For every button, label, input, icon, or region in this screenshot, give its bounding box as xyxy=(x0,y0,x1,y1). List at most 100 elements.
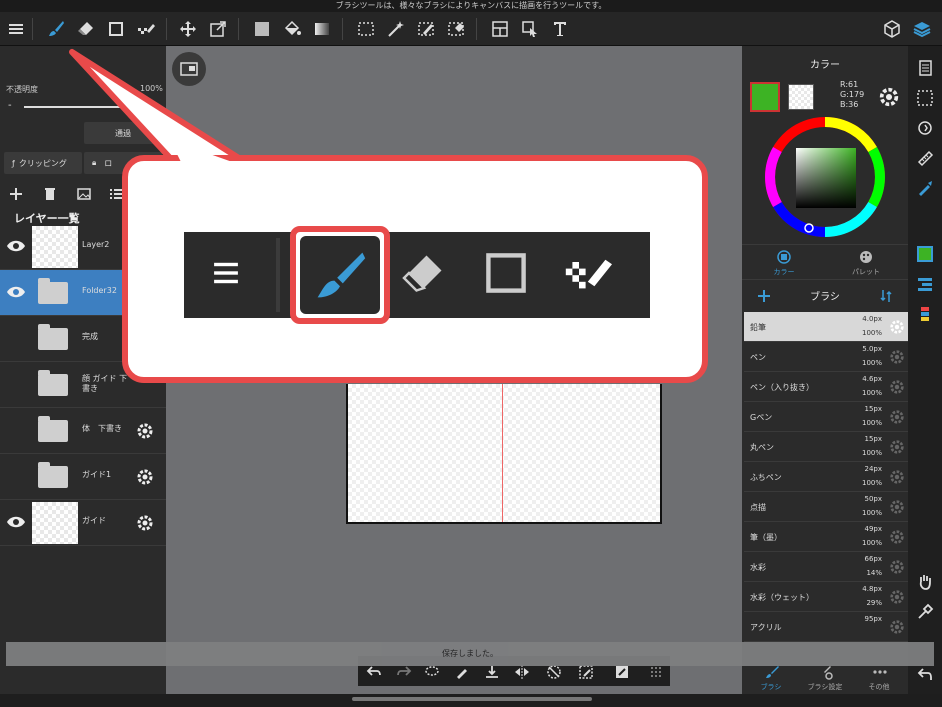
material-panel-icon[interactable] xyxy=(913,302,937,326)
transform-tool-icon[interactable] xyxy=(206,17,230,41)
layer-item[interactable]: 体 下書き xyxy=(0,408,166,454)
brush-opacity: 100% xyxy=(861,479,882,487)
color-title: カラー xyxy=(810,60,840,71)
brush-item[interactable]: アクリル 95px xyxy=(744,612,908,642)
brush-item[interactable]: 筆（墨） 49px 100% xyxy=(744,522,908,552)
select-eraser-icon[interactable] xyxy=(444,17,468,41)
tab-other[interactable]: その他 xyxy=(852,670,906,692)
menu-icon[interactable] xyxy=(4,17,28,41)
brush-item[interactable]: 鉛筆 4.0px 100% xyxy=(744,312,908,342)
eye-icon[interactable] xyxy=(6,284,26,300)
brush-gear-icon[interactable] xyxy=(889,469,905,485)
sub-color-swatch[interactable] xyxy=(788,84,814,110)
opacity-minus[interactable]: - xyxy=(8,100,12,111)
main-color-swatch[interactable] xyxy=(750,82,780,112)
lasso-icon[interactable] xyxy=(424,664,440,680)
tab-brush-settings-label: ブラシ設定 xyxy=(807,683,843,691)
select-edit-icon[interactable] xyxy=(578,664,594,680)
import-icon[interactable] xyxy=(484,664,500,680)
brush-gear-icon[interactable] xyxy=(889,379,905,395)
ruler-icon[interactable] xyxy=(913,146,937,170)
brush-item[interactable]: 水彩（ウェット） 4.8px 29% xyxy=(744,582,908,612)
grid-dots-icon[interactable] xyxy=(648,664,664,680)
canvas-paper[interactable] xyxy=(346,384,662,524)
undo-icon[interactable] xyxy=(366,664,382,680)
layer-item[interactable]: ガイド1 xyxy=(0,454,166,500)
delete-layer-icon[interactable] xyxy=(42,186,58,202)
color-settings-gear-icon[interactable] xyxy=(878,86,900,108)
rotate-canvas-icon[interactable] xyxy=(913,116,937,140)
saved-toast: 保存しました。 xyxy=(6,642,934,666)
brush-gear-icon[interactable] xyxy=(889,319,905,335)
add-brush-icon[interactable] xyxy=(756,288,772,304)
magic-wand-icon[interactable] xyxy=(384,17,408,41)
brush-gear-icon[interactable] xyxy=(889,439,905,455)
select-range-icon[interactable] xyxy=(913,86,937,110)
pen-mini-icon[interactable] xyxy=(454,664,470,680)
layers-panel-icon[interactable] xyxy=(910,17,934,41)
brush-item[interactable]: Gペン 15px 100% xyxy=(744,402,908,432)
no-select-icon[interactable] xyxy=(546,664,562,680)
frame-divide-icon[interactable] xyxy=(488,17,512,41)
brush-name: ペン（入り抜き） xyxy=(750,383,814,392)
eraser-tool-icon[interactable] xyxy=(74,17,98,41)
text-tool-icon[interactable] xyxy=(548,17,572,41)
bucket-tool-icon[interactable] xyxy=(280,17,304,41)
page-manager-icon[interactable] xyxy=(913,56,937,80)
snap-pen-icon[interactable] xyxy=(913,176,937,200)
brush-item[interactable]: ペン（入り抜き） 4.6px 100% xyxy=(744,372,908,402)
brush-gear-icon[interactable] xyxy=(889,529,905,545)
tab-brush[interactable]: ブラシ xyxy=(744,666,798,692)
shape-tool-icon[interactable] xyxy=(104,17,128,41)
brush-opacity: 100% xyxy=(861,359,882,367)
eye-icon[interactable] xyxy=(6,238,26,254)
3d-model-icon[interactable] xyxy=(880,17,904,41)
edit-note-icon[interactable] xyxy=(614,664,630,680)
dot-pen-tool-icon[interactable] xyxy=(134,17,158,41)
select-pen-icon[interactable] xyxy=(414,17,438,41)
tab-brush-settings[interactable]: ブラシ設定 xyxy=(798,666,852,692)
color-tabs: カラー パレット xyxy=(742,244,908,280)
brush-size: 15px xyxy=(864,405,883,413)
flip-icon[interactable] xyxy=(514,664,530,680)
brush-gear-icon[interactable] xyxy=(889,619,905,635)
add-layer-icon[interactable] xyxy=(8,186,24,202)
brush-gear-icon[interactable] xyxy=(889,499,905,515)
brush-item[interactable]: ペン 5.0px 100% xyxy=(744,342,908,372)
brush-item[interactable]: 水彩 66px 14% xyxy=(744,552,908,582)
brush-name: Gペン xyxy=(750,413,773,422)
gear-icon[interactable] xyxy=(136,468,154,486)
redo-icon[interactable] xyxy=(396,664,412,680)
brush-gear-icon[interactable] xyxy=(889,409,905,425)
tab-color[interactable]: カラー xyxy=(754,249,814,277)
eye-icon[interactable] xyxy=(6,514,26,530)
layer-item[interactable]: ガイド xyxy=(0,500,166,546)
brush-item[interactable]: ふちペン 24px 100% xyxy=(744,462,908,492)
gear-icon[interactable] xyxy=(136,422,154,440)
select-rect-icon[interactable] xyxy=(354,17,378,41)
brush-size: 95px xyxy=(864,615,883,623)
fill-rect-icon[interactable] xyxy=(250,17,274,41)
zoomed-eraser-icon xyxy=(396,245,452,301)
brush-gear-icon[interactable] xyxy=(889,559,905,575)
image-layer-icon[interactable] xyxy=(76,186,92,202)
gear-icon[interactable] xyxy=(136,514,154,532)
brush-panel-toggle-icon[interactable] xyxy=(913,272,937,296)
brush-gear-icon[interactable] xyxy=(889,349,905,365)
operation-tool-icon[interactable] xyxy=(518,17,542,41)
brush-item[interactable]: 丸ペン 15px 100% xyxy=(744,432,908,462)
brush-size: 24px xyxy=(864,465,883,473)
color-wheel[interactable] xyxy=(764,116,886,238)
brush-gear-icon[interactable] xyxy=(889,589,905,605)
gradient-tool-icon[interactable] xyxy=(310,17,334,41)
move-tool-icon[interactable] xyxy=(176,17,200,41)
eyedropper-icon[interactable] xyxy=(913,600,937,624)
brush-name: 鉛筆 xyxy=(750,323,766,332)
brush-item[interactable]: 点描 50px 100% xyxy=(744,492,908,522)
brush-tool-icon[interactable] xyxy=(44,17,68,41)
sort-brush-icon[interactable] xyxy=(878,288,894,304)
brush-size: 15px xyxy=(864,435,883,443)
tab-palette[interactable]: パレット xyxy=(836,249,896,277)
color-panel-toggle-icon[interactable] xyxy=(913,242,937,266)
hand-icon[interactable] xyxy=(913,570,937,594)
